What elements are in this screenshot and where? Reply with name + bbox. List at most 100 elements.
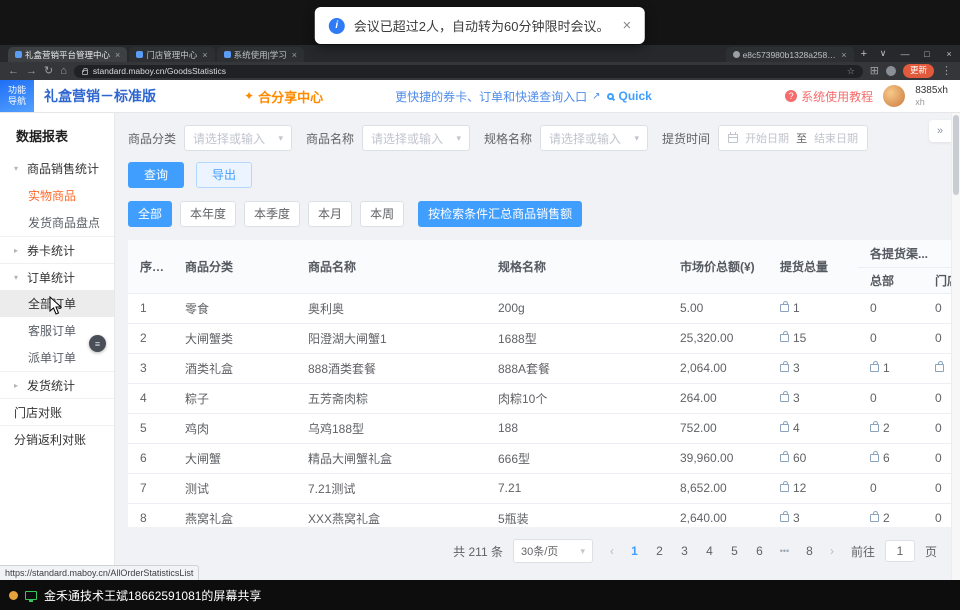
spec-select[interactable]: 请选择或输入 ▾ xyxy=(540,125,648,151)
page-scrollbar xyxy=(951,113,960,580)
home-icon[interactable]: ⌂ xyxy=(60,66,67,77)
share-center-icon: ✦ xyxy=(244,89,254,103)
search-button[interactable]: 查询 xyxy=(128,162,184,188)
page-3[interactable]: 3 xyxy=(673,544,696,558)
page-8[interactable]: 8 xyxy=(798,544,821,558)
bookmark-star-icon[interactable]: ☆ xyxy=(847,66,855,77)
sidebar-item-shipping-stats[interactable]: ▸ 发货统计 xyxy=(0,371,114,398)
page-5[interactable]: 5 xyxy=(723,544,746,558)
minimize-button[interactable]: — xyxy=(894,49,916,59)
col-name: 商品名称 xyxy=(296,240,486,293)
new-tab-button[interactable]: + xyxy=(861,48,867,60)
cell-name: 888酒类套餐 xyxy=(296,353,486,383)
brand-logo: 礼盒营销－标准版 xyxy=(44,86,156,106)
tab-close-icon[interactable]: × xyxy=(115,50,120,60)
tab-all[interactable]: 全部 xyxy=(128,201,172,227)
cell-price: 39,960.00 xyxy=(668,443,768,473)
pagination: 共 211 条 30条/页 ▾ ‹ 1 2 3 4 5 6 ••• 8 › xyxy=(128,539,951,563)
tab-this-year[interactable]: 本年度 xyxy=(180,201,236,227)
table-row: 3 酒类礼盒 888酒类套餐 888A套餐 2,064.00 3 1 xyxy=(128,353,951,383)
profile-icon[interactable] xyxy=(886,66,896,76)
sidebar-item-goods-sales-stats[interactable]: ▾ 商品销售统计 xyxy=(0,155,114,182)
export-button[interactable]: 导出 xyxy=(196,162,252,188)
browser-tab-2[interactable]: 门店管理中心 × xyxy=(129,47,214,62)
cell-category: 粽子 xyxy=(173,383,296,413)
page-6[interactable]: 6 xyxy=(748,544,771,558)
browser-address-bar: ← → ↻ ⌂ standard.maboy.cn/GoodsStatistic… xyxy=(0,62,960,80)
close-window-button[interactable]: × xyxy=(938,49,960,59)
tab-close-icon[interactable]: × xyxy=(292,50,297,60)
cell-price: 2,640.00 xyxy=(668,503,768,527)
sidebar-item-coupon-stats[interactable]: ▸ 券卡统计 xyxy=(0,236,114,263)
cell-seq: 1 xyxy=(128,293,173,323)
tab-favicon xyxy=(733,51,740,58)
pickup-bag-icon xyxy=(780,304,789,312)
browser-tab-3[interactable]: 系统使用|学习 × xyxy=(217,47,304,62)
tutorial-link[interactable]: ? 系统使用教程 xyxy=(785,88,873,105)
sidebar-collapse-handle[interactable]: ≡ xyxy=(89,335,106,352)
sidebar-item-shipment-inventory[interactable]: 发货商品盘点 xyxy=(0,209,114,236)
avatar[interactable] xyxy=(883,85,905,107)
page-2[interactable]: 2 xyxy=(648,544,671,558)
summary-button[interactable]: 按检索条件汇总商品销售额 xyxy=(418,201,582,227)
cell-hq: 1 xyxy=(858,353,923,383)
share-center-link[interactable]: ✦ 合分享中心 xyxy=(244,87,323,106)
tab-this-month[interactable]: 本月 xyxy=(308,201,352,227)
table-row: 8 燕窝礼盒 XXX燕窝礼盒 5瓶装 2,640.00 3 2 0 xyxy=(128,503,951,527)
browser-menu-icon[interactable]: ⋮ xyxy=(941,66,952,77)
filter-name: 商品名称 请选择或输入 ▾ xyxy=(306,125,470,151)
page-4[interactable]: 4 xyxy=(698,544,721,558)
prev-page-button[interactable]: ‹ xyxy=(603,544,621,558)
toast-close-icon[interactable]: × xyxy=(622,17,631,34)
scrollbar-thumb[interactable] xyxy=(953,115,959,195)
cell-category: 燕窝礼盒 xyxy=(173,503,296,527)
sidebar-item-all-orders[interactable]: 全部订单 xyxy=(0,290,114,317)
chrome-update-button[interactable]: 更新 xyxy=(903,64,934,77)
category-select[interactable]: 请选择或输入 ▾ xyxy=(184,125,292,151)
tab-close-icon[interactable]: × xyxy=(841,50,846,60)
screen-share-text: 金禾通技术王斌18662591081的屏幕共享 xyxy=(44,587,261,604)
cell-category: 大闸蟹 xyxy=(173,443,296,473)
search-icon xyxy=(607,93,614,100)
goto-page-input[interactable] xyxy=(885,540,915,562)
sidebar-item-store-reconciliation[interactable]: 门店对账 xyxy=(0,398,114,425)
cell-category: 零食 xyxy=(173,293,296,323)
tab-close-icon[interactable]: × xyxy=(202,50,207,60)
page-size-select[interactable]: 30条/页 ▾ xyxy=(513,539,593,563)
tab-this-quarter[interactable]: 本季度 xyxy=(244,201,300,227)
collapse-filters-button[interactable]: » xyxy=(929,120,951,142)
sidebar-item-distribution-rebate[interactable]: 分销返利对账 xyxy=(0,425,114,452)
tutorial-icon: ? xyxy=(785,90,797,102)
pickup-bag-icon xyxy=(870,514,879,522)
quick-label: Quick xyxy=(618,89,651,103)
page-1[interactable]: 1 xyxy=(623,544,646,558)
tab-label: 系统使用|学习 xyxy=(234,49,287,61)
function-nav-button[interactable]: 功能导航 xyxy=(0,80,34,112)
next-page-button[interactable]: › xyxy=(823,544,841,558)
sidebar-item-order-stats[interactable]: ▾ 订单统计 xyxy=(0,263,114,290)
reload-icon[interactable]: ↻ xyxy=(44,66,53,77)
cell-price: 25,320.00 xyxy=(668,323,768,353)
pager-ellipsis-icon[interactable]: ••• xyxy=(773,546,796,556)
browser-tab-4[interactable]: e8c573980b1328a258fd2e64 × xyxy=(726,47,854,62)
name-select[interactable]: 请选择或输入 ▾ xyxy=(362,125,470,151)
tab-this-week[interactable]: 本周 xyxy=(360,201,404,227)
workspace: 数据报表 ▾ 商品销售统计 实物商品 发货商品盘点 ▸ 券卡统计 ▾ 订单统计 … xyxy=(0,113,960,580)
date-range-picker[interactable]: 开始日期 至 结束日期 xyxy=(718,125,868,151)
url-field[interactable]: standard.maboy.cn/GoodsStatistics ☆ xyxy=(74,65,863,78)
sidebar-item-physical-goods[interactable]: 实物商品 xyxy=(0,182,114,209)
forward-icon[interactable]: → xyxy=(26,66,37,77)
external-link-icon: ↗ xyxy=(592,91,600,102)
tab-search-icon[interactable]: ∨ xyxy=(872,48,894,59)
user-name: 8385xh xyxy=(915,85,948,97)
quick-search-button[interactable]: Quick xyxy=(607,89,651,103)
back-icon[interactable]: ← xyxy=(8,66,19,77)
browser-tab-1[interactable]: 礼盒营销平台管理中心 × xyxy=(8,47,127,62)
col-price: 市场价总额(¥) xyxy=(668,240,768,293)
filter-row: 商品分类 请选择或输入 ▾ 商品名称 请选择或输入 ▾ 规格名称 xyxy=(128,125,951,151)
cell-price: 5.00 xyxy=(668,293,768,323)
extensions-icon[interactable]: ⊞ xyxy=(870,66,879,77)
user-info: 8385xh xh xyxy=(915,85,948,107)
chevron-down-icon: ▾ xyxy=(580,546,585,557)
maximize-button[interactable]: □ xyxy=(916,49,938,59)
